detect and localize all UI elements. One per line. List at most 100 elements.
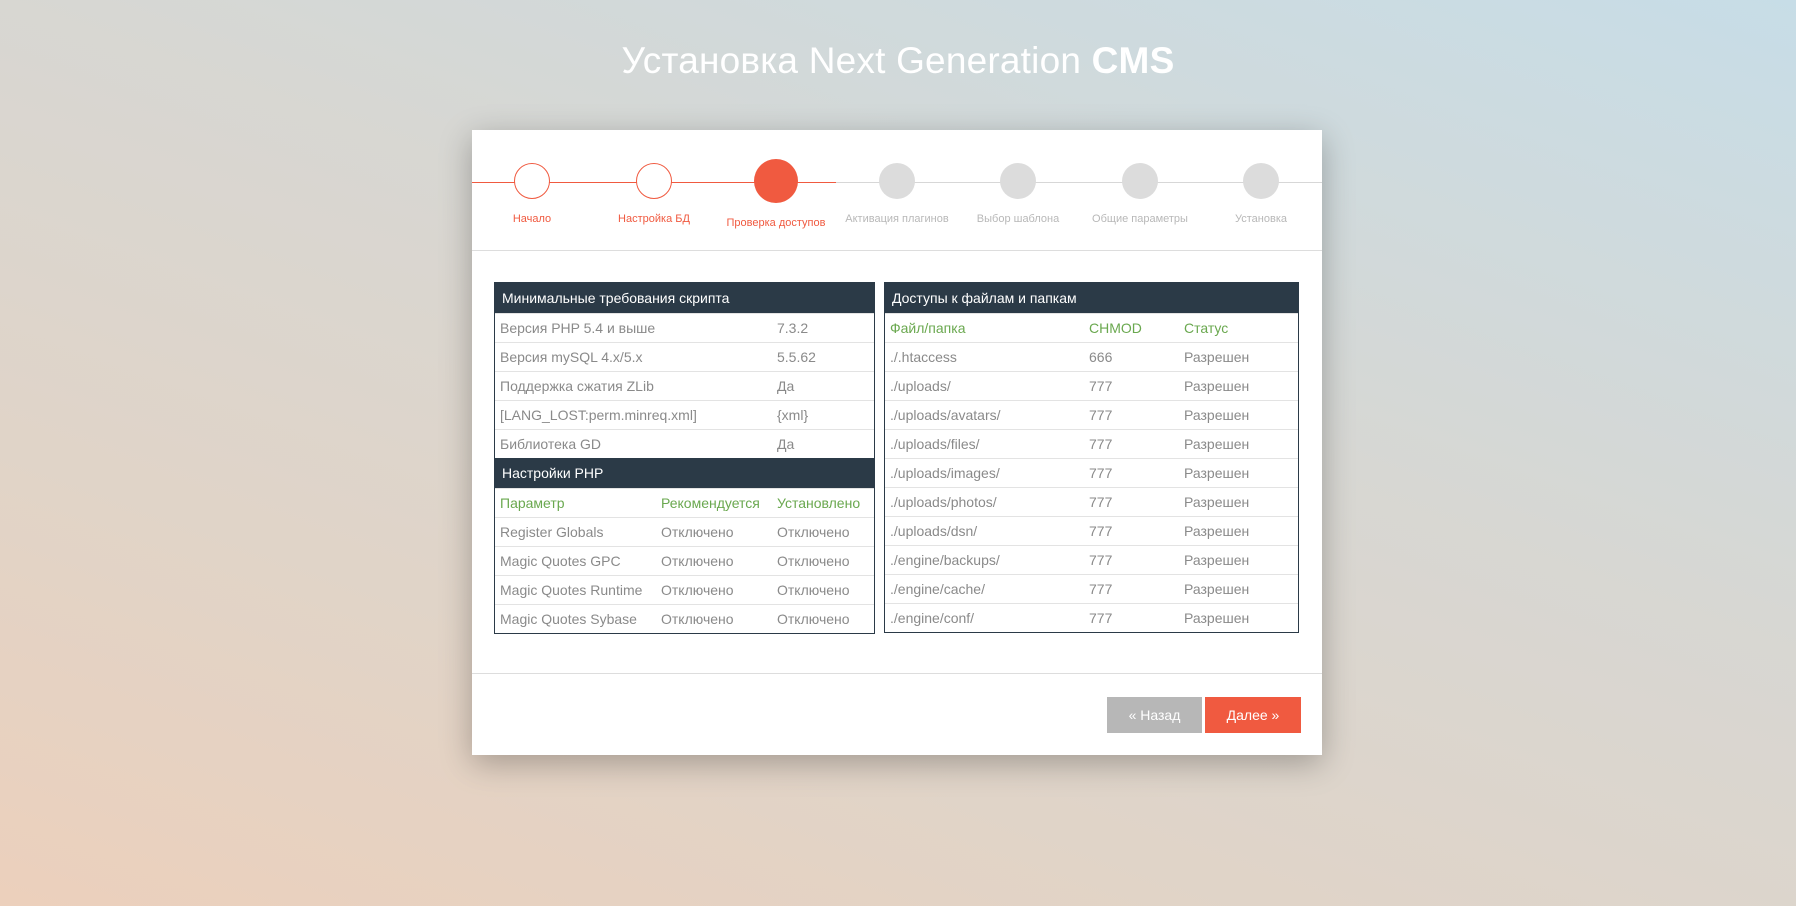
table-row: Magic Quotes GPC Отключено Отключено: [495, 546, 874, 576]
permission-status: Разрешен: [1179, 487, 1298, 517]
file-path: ./uploads/files/: [885, 429, 1084, 459]
chmod-value: 777: [1084, 458, 1179, 488]
step-circle: [514, 163, 550, 199]
file-path: ./uploads/photos/: [885, 487, 1084, 517]
column-header: Параметр: [495, 488, 656, 518]
req-name: Поддержка сжатия ZLib: [495, 371, 772, 401]
progress-stepper: Начало Настройка БД Проверка доступов Ак…: [472, 130, 1322, 250]
table-row: Magic Quotes Sybase Отключено Отключено: [495, 604, 874, 633]
title-part1: Установка: [621, 40, 809, 81]
param-recommended: Отключено: [656, 575, 772, 605]
param-installed: Отключено: [772, 517, 874, 547]
step-template-choice: Выбор шаблона: [958, 163, 1078, 225]
param-recommended: Отключено: [656, 604, 772, 633]
req-value: 5.5.62: [772, 342, 874, 372]
footer-divider: [472, 673, 1322, 674]
table-row: ./engine/cache/ 777 Разрешен: [885, 574, 1298, 604]
section-header: Минимальные требования скрипта: [495, 283, 874, 314]
table-row: Версия mySQL 4.x/5.x 5.5.62: [495, 342, 874, 372]
table-row: Поддержка сжатия ZLib Да: [495, 371, 874, 401]
param-name: Magic Quotes Runtime: [495, 575, 656, 605]
permissions-panel: Доступы к файлам и папкам Файл/папка CHM…: [884, 282, 1299, 633]
title-cms: CMS: [1091, 40, 1175, 81]
chmod-value: 777: [1084, 429, 1179, 459]
column-header: Рекомендуется: [656, 488, 772, 518]
param-installed: Отключено: [772, 604, 874, 633]
step-label: Выбор шаблона: [976, 213, 1060, 225]
req-name: Версия PHP 5.4 и выше: [495, 313, 772, 343]
table-row: [LANG_LOST:perm.minreq.xml] {xml}: [495, 400, 874, 430]
step-label: Установка: [1235, 213, 1287, 225]
chmod-value: 666: [1084, 342, 1179, 372]
file-path: ./uploads/images/: [885, 458, 1084, 488]
section-header: Настройки PHP: [495, 458, 874, 489]
page-title: Установка Next Generation CMS: [0, 40, 1796, 82]
permission-status: Разрешен: [1179, 342, 1298, 372]
column-header: Файл/папка: [885, 313, 1084, 343]
next-button[interactable]: Далее »: [1205, 697, 1301, 733]
column-header: Статус: [1179, 313, 1298, 343]
req-value: Да: [772, 429, 874, 458]
table-row: Библиотека GD Да: [495, 429, 874, 458]
step-access-check: Проверка доступов: [716, 159, 836, 229]
file-path: ./engine/backups/: [885, 545, 1084, 575]
step-start: Начало: [472, 163, 592, 225]
step-circle: [636, 163, 672, 199]
table-row: ./uploads/ 777 Разрешен: [885, 371, 1298, 401]
chmod-value: 777: [1084, 574, 1179, 604]
section-header: Доступы к файлам и папкам: [885, 283, 1298, 314]
param-recommended: Отключено: [656, 517, 772, 547]
table-row: ./uploads/photos/ 777 Разрешен: [885, 487, 1298, 517]
step-label: Активация плагинов: [845, 213, 949, 225]
permission-status: Разрешен: [1179, 603, 1298, 632]
table-row: Magic Quotes Runtime Отключено Отключено: [495, 575, 874, 605]
chmod-value: 777: [1084, 487, 1179, 517]
param-installed: Отключено: [772, 546, 874, 576]
step-db-setup: Настройка БД: [594, 163, 714, 225]
permission-status: Разрешен: [1179, 545, 1298, 575]
table-row: ./uploads/files/ 777 Разрешен: [885, 429, 1298, 459]
chmod-value: 777: [1084, 603, 1179, 632]
permission-status: Разрешен: [1179, 400, 1298, 430]
step-label: Общие параметры: [1092, 213, 1188, 225]
back-button[interactable]: « Назад: [1107, 697, 1202, 733]
step-circle: [879, 163, 915, 199]
table-row: ./uploads/dsn/ 777 Разрешен: [885, 516, 1298, 546]
title-g-letter: G: [896, 40, 926, 81]
title-part3: eneration: [925, 40, 1092, 81]
php-settings-heading: Настройки PHP: [495, 458, 874, 489]
step-plugin-activation: Активация плагинов: [837, 163, 957, 225]
table-row: ./.htaccess 666 Разрешен: [885, 342, 1298, 372]
requirements-heading: Минимальные требования скрипта: [495, 283, 874, 314]
table-row: ./engine/conf/ 777 Разрешен: [885, 603, 1298, 632]
step-label: Проверка доступов: [726, 217, 826, 229]
permission-status: Разрешен: [1179, 458, 1298, 488]
step-circle: [1000, 163, 1036, 199]
step-label: Начало: [512, 213, 552, 225]
permission-status: Разрешен: [1179, 516, 1298, 546]
header-divider: [472, 250, 1322, 251]
file-path: ./engine/conf/: [885, 603, 1084, 632]
step-circle: [1243, 163, 1279, 199]
file-path: ./engine/cache/: [885, 574, 1084, 604]
file-path: ./uploads/: [885, 371, 1084, 401]
req-value: {xml}: [772, 400, 874, 430]
permissions-heading: Доступы к файлам и папкам: [885, 283, 1298, 314]
column-header: CHMOD: [1084, 313, 1179, 343]
requirements-panel: Минимальные требования скрипта Версия PH…: [494, 282, 875, 634]
step-general-params: Общие параметры: [1080, 163, 1200, 225]
table-row: ./uploads/images/ 777 Разрешен: [885, 458, 1298, 488]
param-name: Magic Quotes GPC: [495, 546, 656, 576]
step-install: Установка: [1201, 163, 1321, 225]
req-name: [LANG_LOST:perm.minreq.xml]: [495, 400, 772, 430]
chmod-value: 777: [1084, 400, 1179, 430]
table-row: ./uploads/avatars/ 777 Разрешен: [885, 400, 1298, 430]
title-n-letter: N: [808, 40, 836, 81]
permission-status: Разрешен: [1179, 429, 1298, 459]
req-value: 7.3.2: [772, 313, 874, 343]
table-row: Версия PHP 5.4 и выше 7.3.2: [495, 313, 874, 343]
column-header: Установлено: [772, 488, 874, 518]
step-label: Настройка БД: [618, 213, 690, 225]
req-name: Версия mySQL 4.x/5.x: [495, 342, 772, 372]
column-header-row: Параметр Рекомендуется Установлено: [495, 488, 874, 518]
